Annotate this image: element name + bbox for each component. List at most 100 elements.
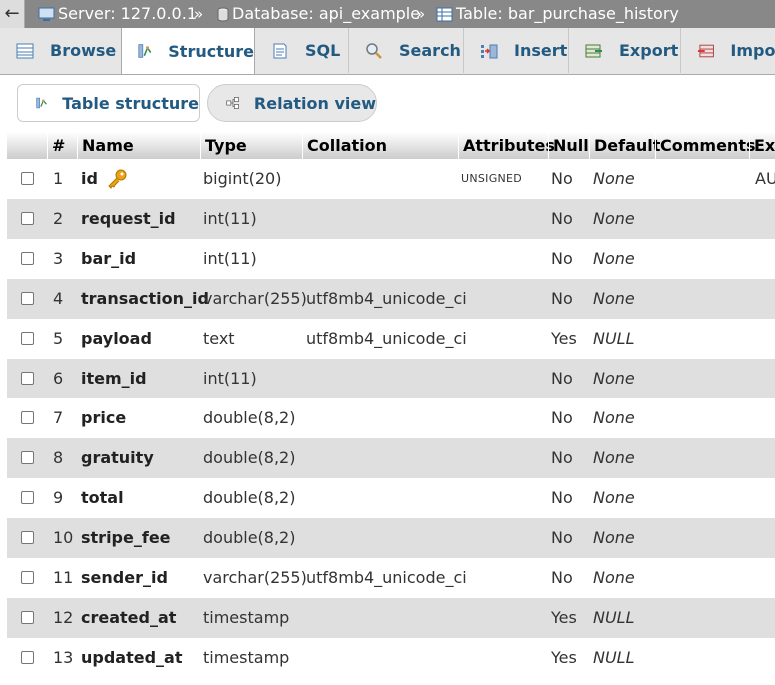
column-type: double(8,2) bbox=[203, 408, 296, 428]
table-row: 8 gratuity double(8,2) No None bbox=[7, 438, 775, 479]
column-name-label: total bbox=[81, 488, 124, 508]
column-default: None bbox=[593, 368, 635, 388]
row-checkbox[interactable] bbox=[21, 172, 34, 185]
header-num[interactable]: # bbox=[47, 132, 77, 159]
header-comments[interactable]: Comments bbox=[655, 132, 756, 159]
row-checkbox[interactable] bbox=[21, 411, 34, 425]
column-name[interactable]: transaction_id bbox=[81, 279, 209, 319]
subtab-relation-view[interactable]: Relation view bbox=[207, 84, 377, 122]
table-row: 10 stripe_fee double(8,2) No None bbox=[7, 518, 775, 559]
table-row: 2 request_id int(11) No None bbox=[7, 198, 775, 239]
row-checkbox[interactable] bbox=[21, 331, 34, 345]
row-num: 5 bbox=[53, 328, 64, 348]
row-num: 2 bbox=[53, 208, 64, 228]
tab-export[interactable]: Export bbox=[569, 28, 681, 73]
subtab-table-structure-label: Table structure bbox=[62, 93, 199, 113]
table-row: 12 created_at timestamp Yes NULL bbox=[7, 597, 775, 638]
column-name-label: gratuity bbox=[81, 448, 154, 468]
tab-export-label: Export bbox=[619, 41, 679, 60]
breadcrumb-server[interactable]: Server: 127.0.0.1 bbox=[38, 0, 197, 28]
column-name[interactable]: created_at bbox=[81, 598, 176, 638]
row-num: 1 bbox=[53, 169, 64, 188]
row-checkbox[interactable] bbox=[21, 491, 34, 505]
column-name[interactable]: updated_at bbox=[81, 638, 183, 678]
row-num: 10 bbox=[53, 528, 74, 548]
header-default[interactable]: Default bbox=[589, 132, 660, 159]
column-name-label: request_id bbox=[81, 208, 176, 228]
column-type: timestamp bbox=[203, 607, 290, 627]
column-collation: utf8mb4_unicode_ci bbox=[306, 288, 467, 308]
column-default: None bbox=[593, 568, 635, 587]
column-name[interactable]: request_id bbox=[81, 199, 176, 239]
header-extra[interactable]: Ex bbox=[749, 132, 775, 159]
column-name[interactable]: id bbox=[81, 159, 128, 199]
column-name[interactable]: price bbox=[81, 398, 126, 438]
column-default: NULL bbox=[593, 647, 635, 667]
tab-insert[interactable]: Insert bbox=[464, 28, 569, 73]
tab-sql-label: SQL bbox=[305, 41, 341, 60]
breadcrumb-database[interactable]: Database: api_example bbox=[217, 0, 420, 28]
subtab-table-structure[interactable]: Table structure bbox=[17, 84, 200, 122]
column-type: int(11) bbox=[203, 208, 257, 228]
tab-search[interactable]: Search bbox=[349, 28, 464, 73]
tab-import[interactable]: Import bbox=[681, 28, 775, 73]
column-name-label: sender_id bbox=[81, 568, 168, 587]
column-name[interactable]: gratuity bbox=[81, 438, 154, 478]
table-icon bbox=[436, 7, 453, 21]
column-type: int(11) bbox=[203, 368, 257, 388]
table-structure-icon bbox=[36, 97, 47, 109]
header-name[interactable]: Name bbox=[77, 132, 200, 159]
column-default: None bbox=[593, 288, 635, 308]
table-row: 7 price double(8,2) No None bbox=[7, 398, 775, 439]
tab-structure[interactable]: Structure bbox=[121, 28, 255, 74]
table-row: 1 id bigint(20) UNSIGNED No None AU bbox=[7, 159, 775, 199]
tab-import-label: Import bbox=[730, 41, 775, 60]
table-header: # Name Type Collation Attributes Null De… bbox=[7, 132, 775, 160]
tab-insert-label: Insert bbox=[514, 41, 568, 60]
relation-view-icon bbox=[226, 97, 239, 109]
column-name-label: id bbox=[81, 169, 98, 188]
row-checkbox[interactable] bbox=[21, 251, 34, 265]
row-checkbox[interactable] bbox=[21, 451, 34, 465]
column-extra: AU bbox=[755, 169, 775, 188]
row-checkbox[interactable] bbox=[21, 571, 34, 584]
header-null[interactable]: Null bbox=[548, 132, 589, 159]
row-checkbox[interactable] bbox=[21, 371, 34, 385]
row-num: 8 bbox=[53, 448, 64, 468]
search-icon bbox=[366, 42, 382, 59]
main-tabs: Browse Structure SQL Search Insert Expor… bbox=[0, 28, 775, 75]
breadcrumb-table[interactable]: Table: bar_purchase_history bbox=[436, 0, 679, 28]
table-row: 6 item_id int(11) No None bbox=[7, 358, 775, 399]
column-name[interactable]: total bbox=[81, 478, 124, 518]
row-checkbox[interactable] bbox=[21, 610, 34, 624]
import-icon bbox=[697, 44, 714, 57]
row-checkbox[interactable] bbox=[21, 650, 34, 664]
column-name[interactable]: stripe_fee bbox=[81, 518, 171, 558]
column-name[interactable]: payload bbox=[81, 319, 152, 359]
column-name[interactable]: sender_id bbox=[81, 558, 168, 598]
row-checkbox[interactable] bbox=[21, 291, 34, 305]
row-num: 3 bbox=[53, 248, 64, 268]
database-icon bbox=[217, 7, 229, 21]
tab-browse[interactable]: Browse bbox=[0, 28, 122, 73]
subtab-relation-view-label: Relation view bbox=[253, 93, 376, 113]
export-icon bbox=[585, 44, 602, 57]
column-type: int(11) bbox=[203, 248, 257, 268]
row-checkbox[interactable] bbox=[21, 211, 34, 225]
column-name-label: price bbox=[81, 408, 127, 428]
tab-sql[interactable]: SQL bbox=[255, 28, 349, 73]
header-attributes[interactable]: Attributes bbox=[458, 132, 555, 159]
column-type: double(8,2) bbox=[203, 528, 296, 548]
column-name[interactable]: bar_id bbox=[81, 239, 136, 279]
header-collation[interactable]: Collation bbox=[302, 132, 458, 159]
table-row: 11 sender_id varchar(255) utf8mb4_unicode_c… bbox=[7, 558, 775, 598]
back-arrow-icon[interactable]: ← bbox=[0, 0, 25, 28]
row-checkbox[interactable] bbox=[21, 531, 34, 545]
column-name[interactable]: item_id bbox=[81, 359, 147, 399]
column-type: double(8,2) bbox=[203, 488, 296, 508]
column-null: No bbox=[551, 248, 573, 268]
table-row: 4 transaction_id varchar(255) utf8mb4_unico… bbox=[7, 278, 775, 319]
column-collation: utf8mb4_unicode_ci bbox=[306, 328, 467, 348]
header-type[interactable]: Type bbox=[200, 132, 302, 159]
structure-icon bbox=[138, 44, 152, 58]
